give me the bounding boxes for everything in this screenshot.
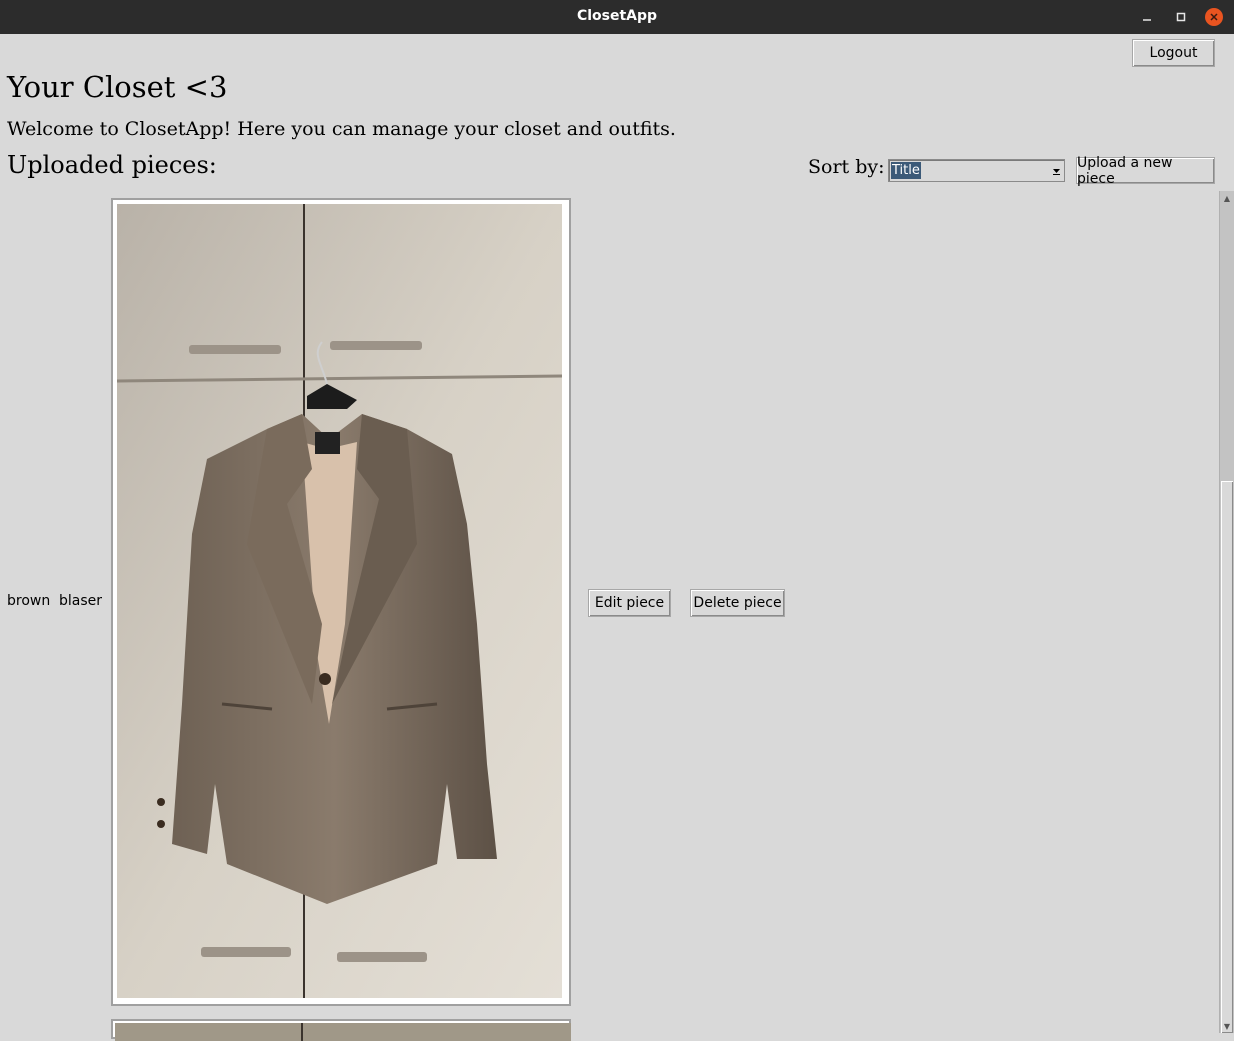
window-titlebar: ClosetApp xyxy=(0,0,1234,34)
piece-type: blaser xyxy=(59,593,103,609)
upload-piece-button[interactable]: Upload a new piece xyxy=(1076,155,1215,187)
vertical-scrollbar[interactable]: ▲ ▼ xyxy=(1219,191,1234,1033)
piece-color: brown xyxy=(7,593,51,609)
sort-select[interactable]: Title xyxy=(888,159,1065,182)
scroll-up-icon[interactable]: ▲ xyxy=(1221,192,1233,204)
piece-image-next[interactable] xyxy=(111,1019,571,1041)
scrollbar-thumb[interactable] xyxy=(1221,481,1233,1033)
scroll-down-icon[interactable]: ▼ xyxy=(1221,1020,1233,1032)
edit-piece-button[interactable]: Edit piece xyxy=(588,589,671,617)
page-title: Your Closet <3 xyxy=(7,70,228,104)
window-title: ClosetApp xyxy=(576,8,658,24)
chevron-down-icon[interactable] xyxy=(1049,161,1063,180)
close-window-button[interactable] xyxy=(1203,6,1225,28)
close-icon[interactable] xyxy=(1205,8,1223,26)
maximize-icon[interactable] xyxy=(1170,6,1192,28)
sort-label: Sort by: xyxy=(808,156,885,178)
next-photo xyxy=(115,1023,571,1041)
sort-selected-value: Title xyxy=(891,162,921,179)
minimize-icon[interactable] xyxy=(1136,6,1158,28)
logout-button[interactable]: Logout xyxy=(1132,39,1215,67)
piece-image[interactable] xyxy=(111,198,571,1006)
welcome-text: Welcome to ClosetApp! Here you can manag… xyxy=(7,118,676,140)
delete-piece-button[interactable]: Delete piece xyxy=(690,589,785,617)
uploaded-pieces-title: Uploaded pieces: xyxy=(7,151,217,179)
blazer-photo xyxy=(117,204,562,998)
